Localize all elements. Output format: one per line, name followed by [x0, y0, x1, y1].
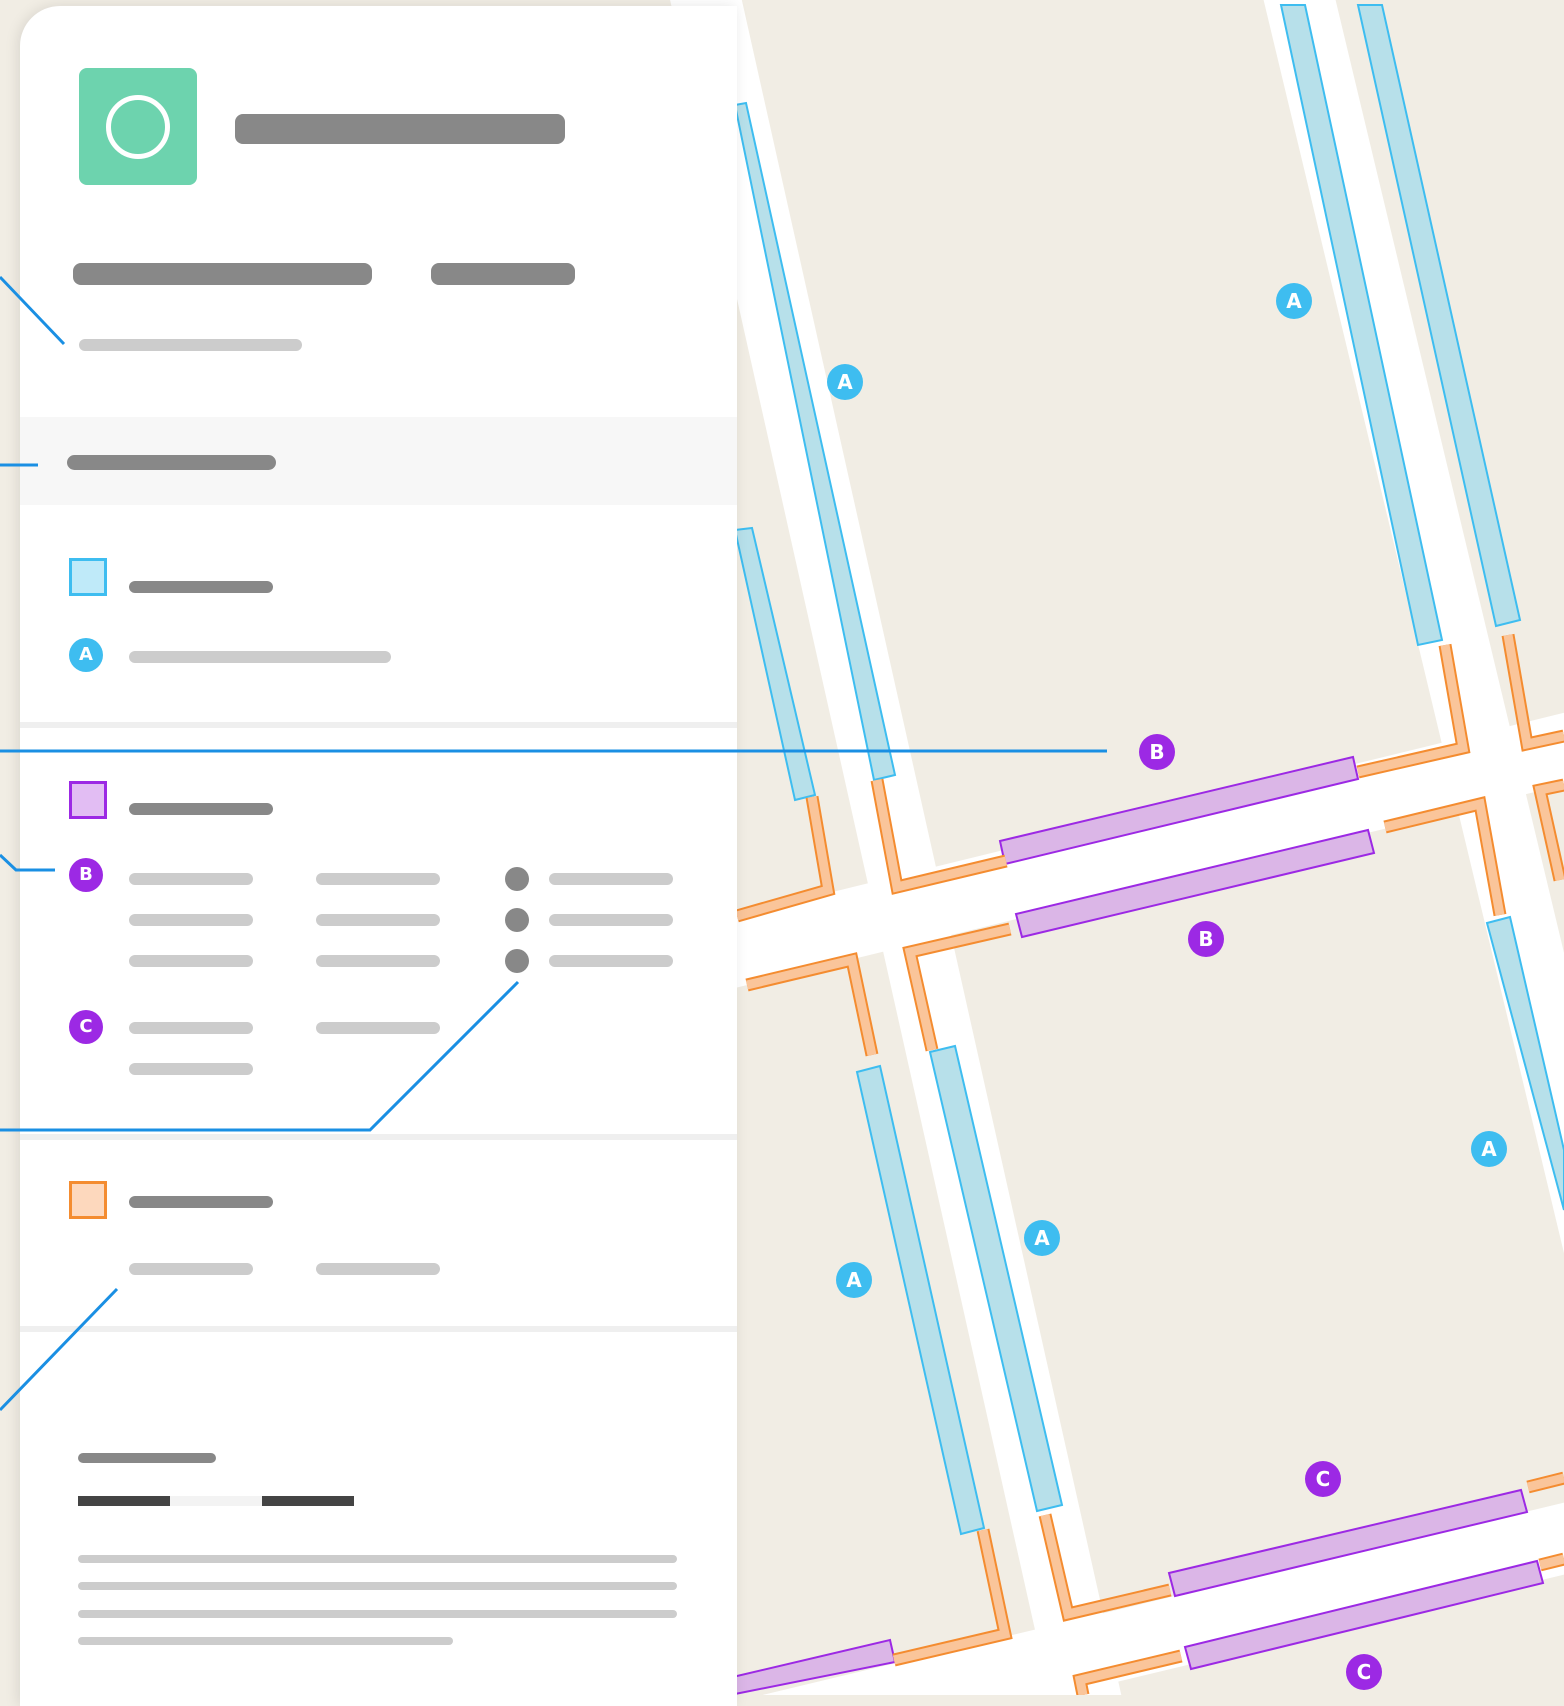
leader-line	[0, 980, 520, 1132]
annotation-leader-lines	[0, 275, 1107, 1412]
leader-line	[0, 275, 66, 346]
leader-line	[0, 1287, 119, 1412]
leader-line	[0, 853, 55, 872]
